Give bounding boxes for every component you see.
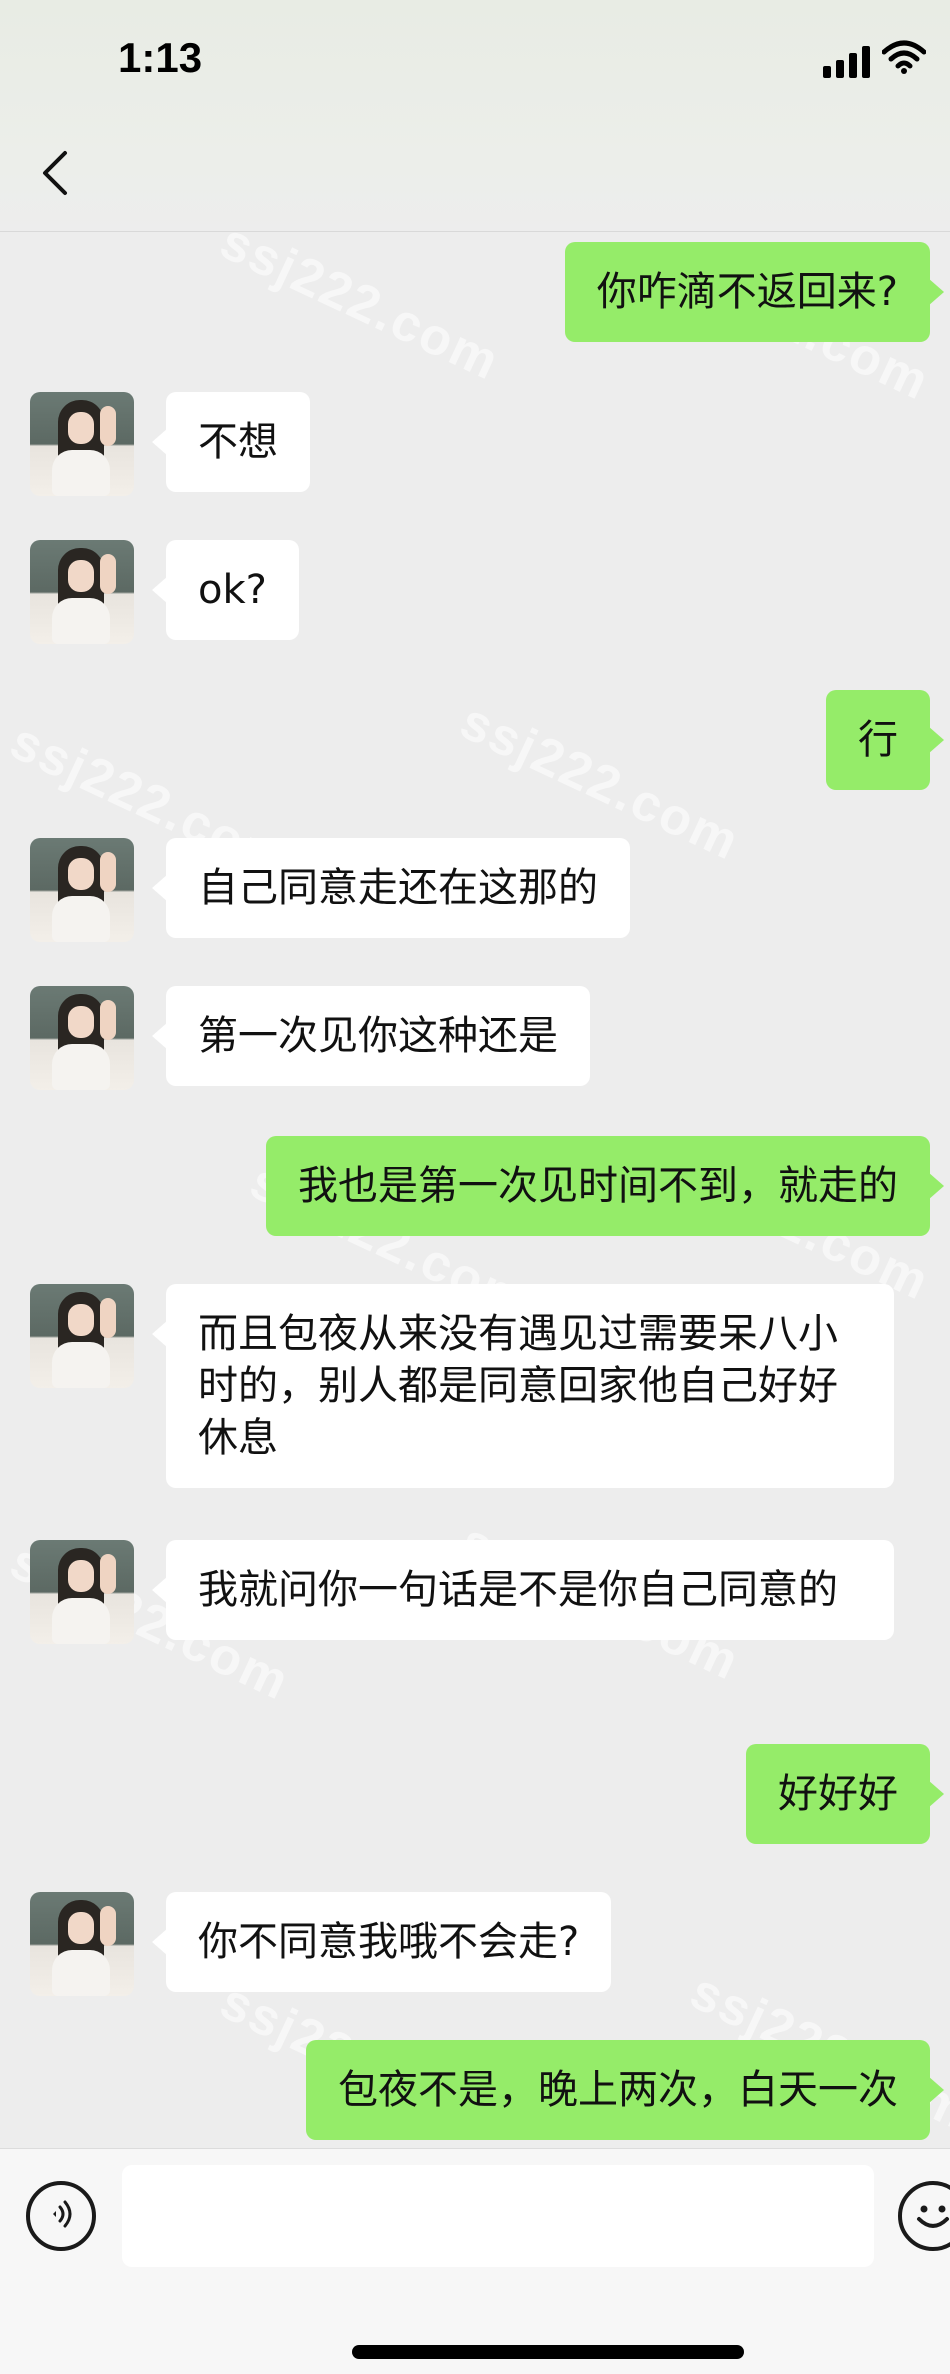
status-time: 1:13 xyxy=(118,34,203,81)
message-bubble-self[interactable]: 行 xyxy=(826,690,944,790)
chevron-left-icon xyxy=(41,149,69,201)
top-bar: 1:13 xyxy=(0,0,950,232)
message-bubble-other[interactable]: 而且包夜从来没有遇见过需要呆八小时的，别人都是同意回家他自己好好休息 xyxy=(152,1284,894,1488)
message-bubble-self[interactable]: 好好好 xyxy=(746,1744,944,1844)
contact-avatar[interactable] xyxy=(30,1892,134,1996)
message-bubble-other[interactable]: 第一次见你这种还是 xyxy=(152,986,590,1086)
message-bubble-self[interactable]: 你咋滴不返回来? xyxy=(564,242,945,342)
signal-icon xyxy=(823,46,870,78)
contact-avatar[interactable] xyxy=(30,540,134,644)
message-bubble-other[interactable]: 不想 xyxy=(152,392,310,492)
watermark: ssj222.com xyxy=(211,232,509,392)
message-bubble-other[interactable]: 我就问你一句话是不是你自己同意的 xyxy=(152,1540,894,1640)
back-button[interactable] xyxy=(30,140,80,210)
message-bubble-other[interactable]: 自己同意走还在这那的 xyxy=(152,838,630,938)
voice-button[interactable] xyxy=(26,2181,96,2251)
contact-avatar[interactable] xyxy=(30,392,134,496)
message-bubble-other[interactable]: 你不同意我哦不会走? xyxy=(151,1892,612,1992)
message-bubble-self[interactable]: 我也是第一次见时间不到，就走的 xyxy=(266,1136,944,1236)
contact-avatar[interactable] xyxy=(30,1540,134,1644)
emoji-icon xyxy=(902,2185,950,2247)
status-icons xyxy=(823,40,927,78)
contact-avatar[interactable] xyxy=(30,838,134,942)
message-input[interactable] xyxy=(122,2165,874,2267)
input-bar xyxy=(0,2148,950,2374)
contact-avatar[interactable] xyxy=(30,1284,134,1388)
message-bubble-self[interactable]: 包夜不是，晚上两次，白天一次 xyxy=(306,2040,944,2140)
voice-icon xyxy=(43,2196,79,2236)
message-bubble-other[interactable]: ok? xyxy=(152,540,299,640)
chat-screen: 1:13 ssj222.com ssj222.com ssj222.com ss… xyxy=(0,0,950,2374)
home-indicator xyxy=(352,2345,744,2359)
wifi-icon xyxy=(881,40,927,78)
message-list[interactable]: ssj222.com ssj222.com ssj222.com ssj222.… xyxy=(0,232,950,2148)
emoji-button[interactable] xyxy=(898,2181,950,2251)
contact-avatar[interactable] xyxy=(30,986,134,1090)
